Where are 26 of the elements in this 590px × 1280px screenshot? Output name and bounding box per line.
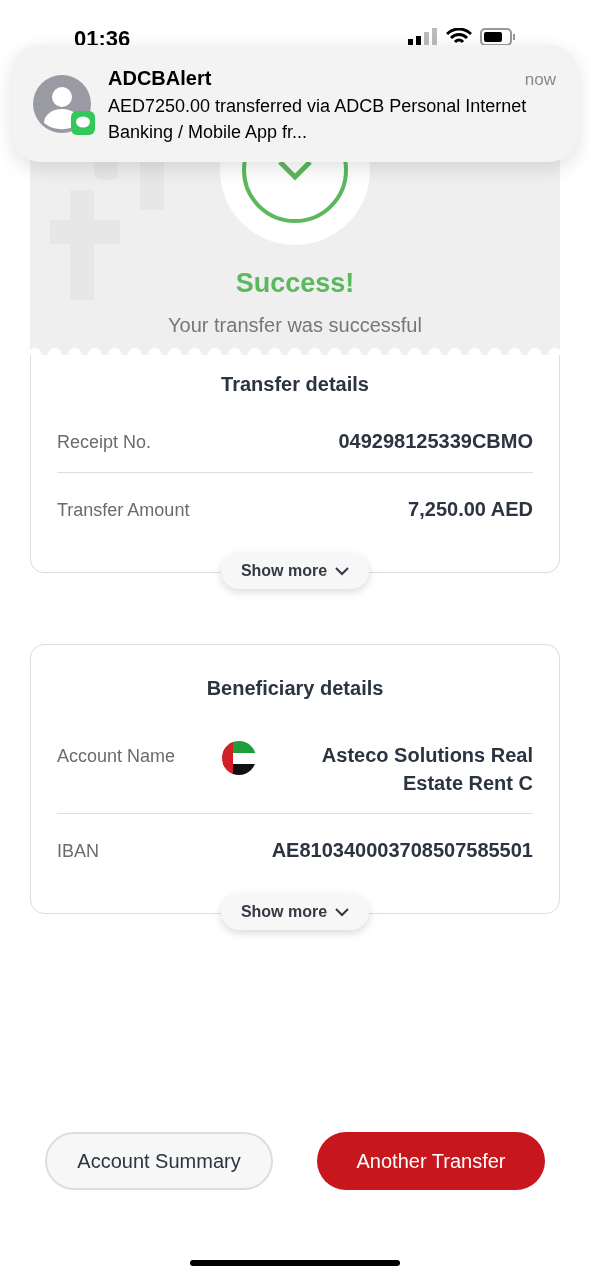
- notification-app-name: ADCBAlert: [108, 66, 212, 91]
- detail-label: Account Name: [57, 745, 176, 768]
- detail-label: Receipt No.: [57, 431, 152, 454]
- primary-button[interactable]: Another Transfer: [317, 1132, 545, 1190]
- section-title: Beneficiary details: [205, 676, 385, 701]
- show-more-button[interactable]: Show more: [220, 894, 370, 930]
- show-more-button[interactable]: Show more: [220, 553, 370, 589]
- notification-message: AED7250.00 transferred via ADCB Personal Internet Banking / Mobile App fr...: [108, 95, 528, 144]
- section-title: Transfer details: [220, 372, 370, 397]
- wifi-icon: [446, 28, 472, 46]
- success-subtitle: Your transfer was successful: [168, 312, 422, 338]
- detail-value: 049298125339CBMO: [338, 429, 533, 454]
- detail-value: Asteco Solutions Real Estate Rent C: [320, 743, 533, 796]
- battery-icon: [480, 28, 516, 46]
- chevron-down-icon: [335, 907, 350, 917]
- detail-label: Transfer Amount: [57, 499, 190, 522]
- message-badge-icon: [71, 111, 95, 135]
- secondary-button[interactable]: Account Summary: [45, 1132, 273, 1190]
- detail-value: 7,250.00 AED: [408, 497, 533, 522]
- notification-time: now: [524, 69, 556, 91]
- signal-icon: [408, 28, 438, 46]
- detail-label: IBAN: [57, 840, 99, 863]
- chevron-down-icon: [335, 566, 350, 576]
- success-title: Success!: [235, 267, 355, 300]
- flag-icon: [222, 741, 257, 775]
- detail-value: AE810340003708507585501: [271, 838, 533, 863]
